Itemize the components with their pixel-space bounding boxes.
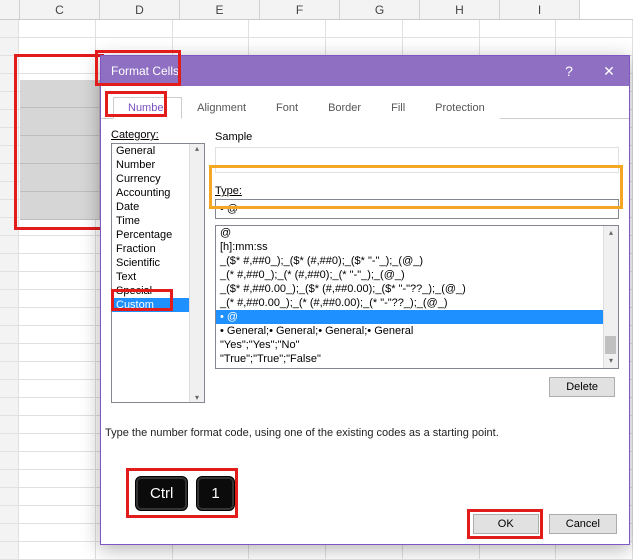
dialog-titlebar[interactable]: Format Cells ? ✕ [101,56,629,86]
format-item[interactable]: • @ [216,310,618,324]
cancel-button[interactable]: Cancel [549,514,617,534]
custom-category-highlight [113,291,171,309]
close-button[interactable]: ✕ [589,56,629,86]
format-item[interactable]: [h]:mm:ss [216,240,618,254]
format-item[interactable]: @ [216,226,618,240]
category-list[interactable]: GeneralNumberCurrencyAccountingDateTimeP… [111,143,205,403]
ok-highlight [469,511,541,537]
hint-text: Type the number format code, using one o… [105,427,625,439]
tab-fill[interactable]: Fill [376,97,420,119]
category-label: Category: [111,129,205,141]
column-header[interactable]: G [340,0,420,19]
tab-protection[interactable]: Protection [420,97,500,119]
format-item[interactable]: _($* #,##0_);_($* (#,##0);_($* "-"_);_(@… [216,254,618,268]
column-header[interactable]: H [420,0,500,19]
delete-button[interactable]: Delete [549,377,615,397]
column-header[interactable]: E [180,0,260,19]
scrollbar-thumb[interactable] [605,336,616,354]
format-item[interactable]: _(* #,##0.00_);_(* (#,##0.00);_(* "-"??_… [216,296,618,310]
tab-border[interactable]: Border [313,97,376,119]
type-highlight [211,167,621,207]
column-header[interactable]: I [500,0,580,19]
sample-label: Sample [215,131,619,143]
format-item[interactable]: • General;• General;• General;• General [216,324,618,338]
selection-highlight [16,56,102,228]
column-header[interactable]: F [260,0,340,19]
format-item[interactable]: "On";"On";"Off" [216,366,618,369]
format-item[interactable]: "True";"True";"False" [216,352,618,366]
column-header[interactable]: D [100,0,180,19]
format-item[interactable]: "Yes";"Yes";"No" [216,338,618,352]
shortcut-highlight [128,470,236,516]
tab-alignment[interactable]: Alignment [182,97,261,119]
tab-font[interactable]: Font [261,97,313,119]
format-item[interactable]: _(* #,##0_);_(* (#,##0);_(* "-"_);_(@_) [216,268,618,282]
format-item[interactable]: _($* #,##0.00_);_($* (#,##0.00);_($* "-"… [216,282,618,296]
format-list[interactable]: @[h]:mm:ss_($* #,##0_);_($* (#,##0);_($*… [215,225,619,369]
column-header[interactable]: C [20,0,100,19]
number-tab-highlight [107,93,165,115]
scrollbar[interactable] [189,144,204,402]
title-highlight [97,52,179,84]
help-button[interactable]: ? [549,56,589,86]
dialog-tabs: NumberAlignmentFontBorderFillProtection [101,86,629,119]
